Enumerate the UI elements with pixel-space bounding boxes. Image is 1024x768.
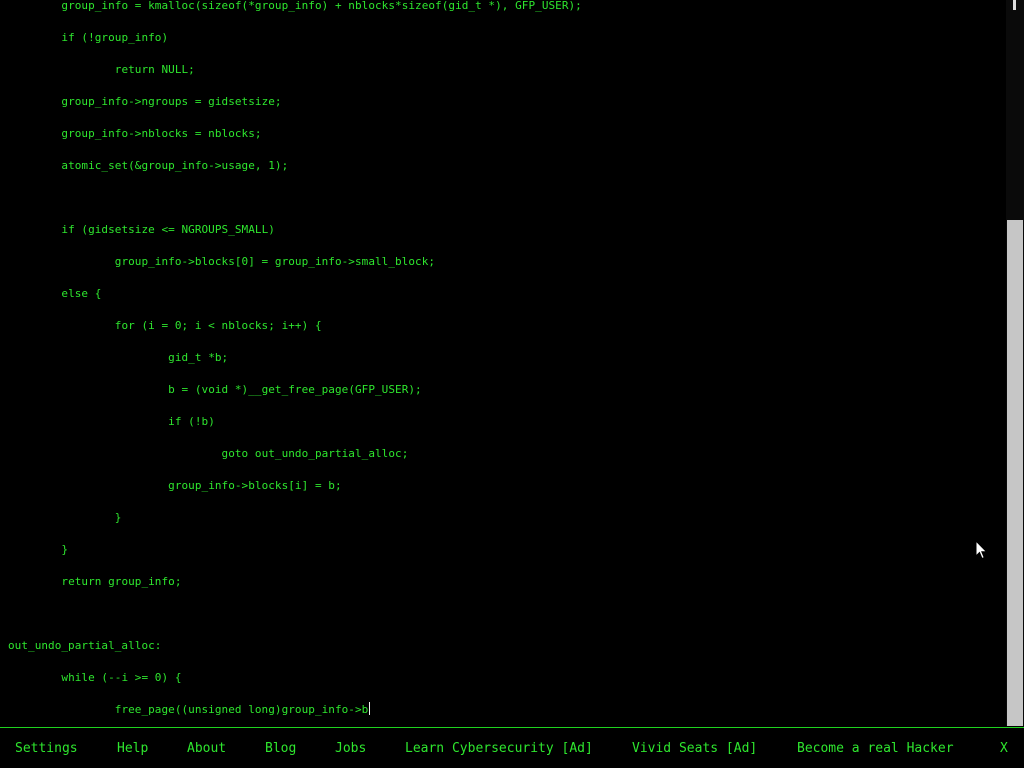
code-line: goto out_undo_partial_alloc; [8,447,409,460]
code-line: } [8,511,122,524]
menu-become-hacker[interactable]: Become a real Hacker [797,740,954,758]
code-line: if (gidsetsize <= NGROUPS_SMALL) [8,223,275,236]
code-line: else { [8,287,102,300]
vertical-scrollbar[interactable] [1006,0,1024,726]
code-line: return NULL; [8,63,195,76]
text-cursor [369,702,371,715]
code-line: if (!group_info) [8,31,169,44]
menu-about[interactable]: About [187,740,226,758]
bottom-menu-bar: Settings Help About Blog Jobs Learn Cybe… [0,727,1024,768]
code-line: group_info->blocks[0] = group_info->smal… [8,255,436,268]
code-line: for (i = 0; i < nblocks; i++) { [8,319,322,332]
code-line: if (!b) [8,415,215,428]
code-line: gid_t *b; [8,351,229,364]
code-line: group_info->ngroups = gidsetsize; [8,95,282,108]
menu-jobs[interactable]: Jobs [335,740,366,758]
scroll-up-icon[interactable] [1013,0,1016,10]
menu-vivid-seats-ad[interactable]: Vivid Seats [Ad] [632,740,757,758]
arrow-cursor-icon [975,540,988,560]
menu-blog[interactable]: Blog [265,740,296,758]
code-line: } [8,543,69,556]
code-line: atomic_set(&group_info->usage, 1); [8,159,289,172]
code-line-current: free_page((unsigned long)group_info->b [8,702,371,718]
code-line: group_info->blocks[i] = b; [8,479,342,492]
code-line: group_info = kmalloc(sizeof(*group_info)… [8,0,582,12]
code-line-text: free_page((unsigned long)group_info->b [8,703,369,716]
code-line: return group_info; [8,575,182,588]
menu-learn-cybersecurity-ad[interactable]: Learn Cybersecurity [Ad] [405,740,593,758]
code-terminal[interactable]: group_info = kmalloc(sizeof(*group_info)… [0,0,1006,726]
menu-help[interactable]: Help [117,740,148,758]
menu-settings[interactable]: Settings [15,740,78,758]
code-line: while (--i >= 0) { [8,671,182,684]
scrollbar-thumb[interactable] [1007,220,1023,726]
code-line: out_undo_partial_alloc: [8,639,162,652]
code-line: group_info->nblocks = nblocks; [8,127,262,140]
close-menu-button[interactable]: X [1000,740,1008,758]
code-line: b = (void *)__get_free_page(GFP_USER); [8,383,422,396]
